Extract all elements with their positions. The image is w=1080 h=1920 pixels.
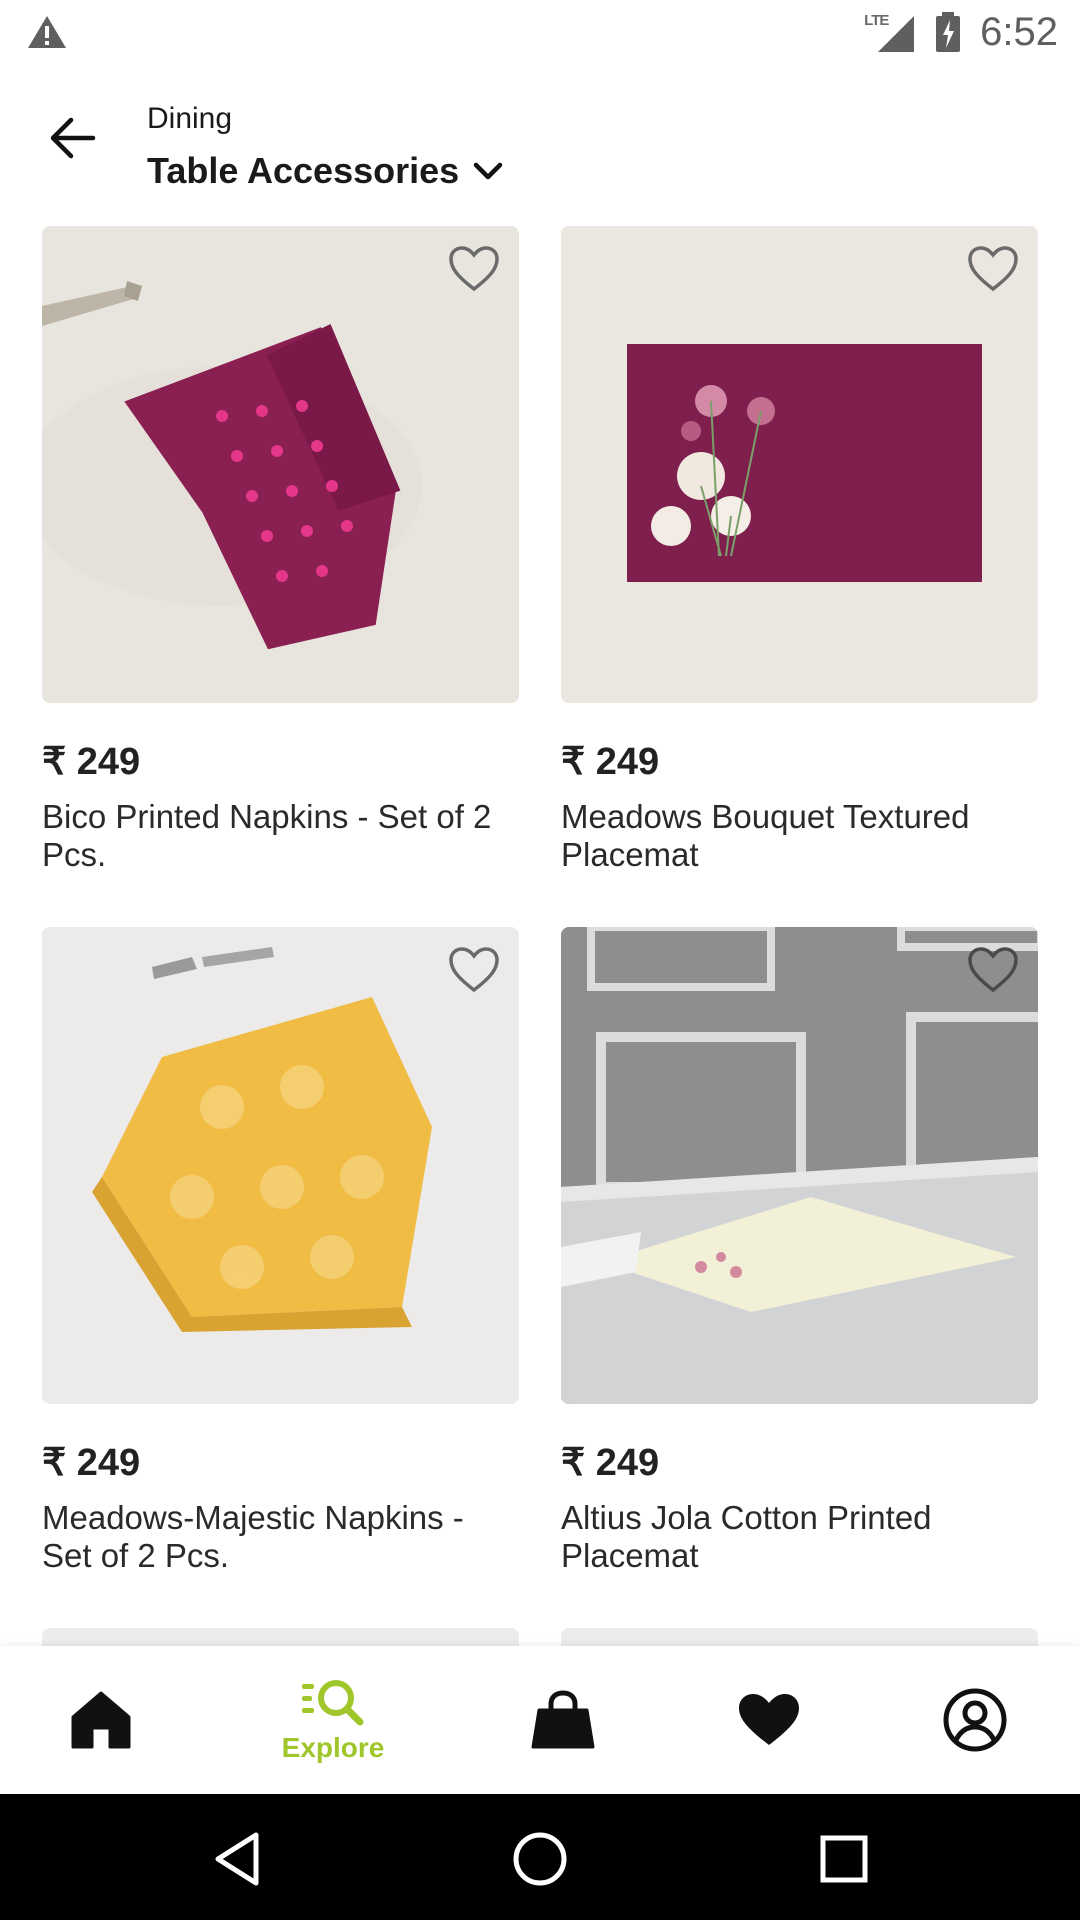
wishlist-heart-icon[interactable]: [966, 244, 1020, 294]
product-card[interactable]: ₹ 249 Meadows Bouquet Textured Placemat: [561, 226, 1038, 874]
bottom-nav: Explore: [0, 1646, 1080, 1794]
home-icon: [71, 1691, 131, 1749]
product-name[interactable]: Meadows-Majestic Napkins - Set of 2 Pcs.: [42, 1499, 519, 1575]
product-image[interactable]: [561, 927, 1038, 1404]
back-button[interactable]: [40, 108, 106, 168]
bag-icon: [531, 1690, 595, 1749]
nav-profile[interactable]: [930, 1646, 1020, 1794]
product-name[interactable]: Altius Jola Cotton Printed Placemat: [561, 1499, 1038, 1575]
nav-home[interactable]: [50, 1646, 152, 1794]
product-name[interactable]: Bico Printed Napkins - Set of 2 Pcs.: [42, 798, 519, 874]
system-recents-button[interactable]: [809, 1824, 879, 1894]
battery-icon: [936, 12, 961, 52]
profile-icon: [943, 1688, 1007, 1752]
system-home-button[interactable]: [505, 1824, 575, 1894]
product-price: ₹ 249: [42, 741, 141, 783]
nav-bag[interactable]: [518, 1646, 608, 1794]
product-card[interactable]: ₹ 249 Meadows-Majestic Napkins - Set of …: [42, 927, 519, 1575]
wishlist-heart-icon[interactable]: [447, 244, 501, 294]
clock: 6:52: [980, 9, 1058, 54]
breadcrumb[interactable]: Dining: [147, 102, 232, 136]
chevron-down-icon: [473, 162, 503, 180]
header: Dining Table Accessories: [0, 64, 1080, 204]
product-image[interactable]: [42, 226, 519, 703]
nav-wishlist[interactable]: [724, 1646, 814, 1794]
page-title: Table Accessories: [147, 150, 460, 191]
heart-icon: [739, 1694, 799, 1745]
product-card[interactable]: ₹ 249 Bico Printed Napkins - Set of 2 Pc…: [42, 226, 519, 874]
product-price: ₹ 249: [561, 1442, 660, 1484]
signal-icon: LTE: [864, 10, 916, 54]
arrow-left-icon: [50, 117, 96, 159]
product-card[interactable]: ₹ 249 Altius Jola Cotton Printed Placema…: [561, 927, 1038, 1575]
product-name[interactable]: Meadows Bouquet Textured Placemat: [561, 798, 1038, 874]
nav-explore[interactable]: Explore: [262, 1646, 404, 1794]
home-circle-icon: [513, 1832, 567, 1886]
category-dropdown[interactable]: Table Accessories: [147, 150, 503, 192]
wishlist-heart-icon[interactable]: [966, 945, 1020, 995]
wishlist-heart-icon[interactable]: [447, 945, 501, 995]
nav-explore-label: Explore: [281, 1732, 385, 1763]
warning-icon: [28, 16, 66, 48]
system-back-button[interactable]: [202, 1824, 272, 1894]
system-nav-bar: [0, 1794, 1080, 1920]
product-image[interactable]: [42, 927, 519, 1404]
product-price: ₹ 249: [42, 1442, 141, 1484]
recents-square-icon: [820, 1835, 868, 1883]
product-price: ₹ 249: [561, 741, 660, 783]
explore-icon: [302, 1680, 364, 1726]
back-triangle-icon: [215, 1832, 259, 1886]
status-bar: LTE 6:52: [0, 0, 1080, 64]
product-image[interactable]: [561, 226, 1038, 703]
